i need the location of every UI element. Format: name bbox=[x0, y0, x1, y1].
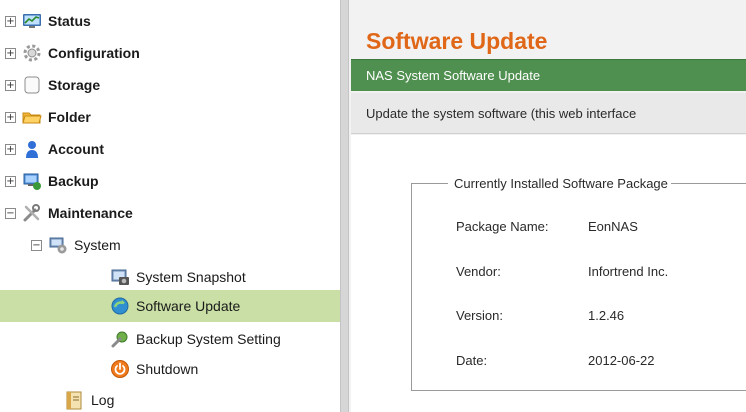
sidebar-item-system-snapshot[interactable]: System Snapshot bbox=[0, 261, 340, 293]
sidebar-item-folder[interactable]: + Folder bbox=[0, 101, 340, 133]
sidebar-item-system[interactable]: − System bbox=[0, 229, 340, 261]
sidebar-item-log[interactable]: Log bbox=[0, 384, 340, 412]
log-icon bbox=[64, 390, 84, 410]
backup-setting-icon bbox=[110, 329, 130, 349]
sidebar-item-label: Status bbox=[48, 13, 91, 29]
collapse-toggle[interactable]: − bbox=[31, 239, 42, 251]
sidebar-item-label: Storage bbox=[48, 77, 101, 93]
sidebar-item-configuration[interactable]: + Configuration bbox=[0, 37, 340, 69]
sidebar-item-label: Software Update bbox=[136, 298, 241, 314]
expand-toggle[interactable]: + bbox=[5, 47, 16, 59]
user-icon bbox=[22, 139, 42, 159]
fieldset-legend: Currently Installed Software Package bbox=[448, 176, 671, 191]
pane-splitter[interactable] bbox=[340, 0, 349, 412]
description-bar: Update the system software (this web int… bbox=[351, 93, 746, 134]
sidebar-item-account[interactable]: + Account bbox=[0, 133, 340, 165]
expand-toggle[interactable]: + bbox=[5, 143, 16, 155]
sidebar-item-label: Maintenance bbox=[48, 205, 133, 221]
sidebar-item-software-update[interactable]: Software Update bbox=[0, 290, 340, 322]
vendor-label: Vendor: bbox=[456, 264, 501, 279]
package-name-value: EonNAS bbox=[588, 219, 638, 234]
expand-toggle[interactable]: + bbox=[5, 15, 16, 27]
vendor-value: Infortrend Inc. bbox=[588, 264, 669, 279]
version-value: 1.2.46 bbox=[588, 308, 625, 323]
system-icon bbox=[48, 235, 68, 255]
sidebar-item-status[interactable]: + Status bbox=[0, 5, 340, 37]
sidebar-item-label: Backup bbox=[48, 173, 99, 189]
software-update-icon bbox=[110, 296, 130, 316]
sidebar-item-backup-system-setting[interactable]: Backup System Setting bbox=[0, 323, 340, 355]
sidebar-item-shutdown[interactable]: Shutdown bbox=[0, 353, 340, 385]
sidebar-item-label: Shutdown bbox=[136, 361, 199, 377]
panel-header: NAS System Software Update bbox=[351, 59, 746, 91]
sidebar-item-label: Log bbox=[91, 392, 115, 408]
monitor-chart-icon bbox=[22, 11, 42, 31]
version-label: Version: bbox=[456, 308, 503, 323]
sidebar-item-label: Backup System Setting bbox=[136, 331, 281, 347]
sidebar-item-label: System bbox=[74, 237, 121, 253]
disk-icon bbox=[22, 75, 42, 95]
date-label: Date: bbox=[456, 353, 488, 368]
description-text: Update the system software (this web int… bbox=[366, 106, 637, 121]
sidebar-item-backup[interactable]: + Backup bbox=[0, 165, 340, 197]
power-icon bbox=[110, 359, 130, 379]
date-value: 2012-06-22 bbox=[588, 353, 655, 368]
backup-icon bbox=[22, 171, 42, 191]
package-name-label: Package Name: bbox=[456, 219, 549, 234]
gear-icon bbox=[22, 43, 42, 63]
sidebar-item-label: Folder bbox=[48, 109, 91, 125]
sidebar-item-storage[interactable]: + Storage bbox=[0, 69, 340, 101]
expand-toggle[interactable]: + bbox=[5, 111, 16, 123]
expand-toggle[interactable]: + bbox=[5, 175, 16, 187]
sidebar-item-label: Account bbox=[48, 141, 104, 157]
snapshot-icon bbox=[110, 267, 130, 287]
page-title: Software Update bbox=[366, 28, 548, 54]
folder-icon bbox=[22, 107, 42, 127]
tools-icon bbox=[22, 203, 42, 223]
expand-toggle[interactable]: + bbox=[5, 79, 16, 91]
panel-title: NAS System Software Update bbox=[366, 68, 541, 83]
sidebar-item-label: Configuration bbox=[48, 45, 140, 61]
collapse-toggle[interactable]: − bbox=[5, 207, 16, 219]
sidebar-item-maintenance[interactable]: − Maintenance bbox=[0, 197, 340, 229]
sidebar-item-label: System Snapshot bbox=[136, 269, 246, 285]
navigation-sidebar: + Status + Configuration + Storage + Fol… bbox=[0, 0, 340, 412]
